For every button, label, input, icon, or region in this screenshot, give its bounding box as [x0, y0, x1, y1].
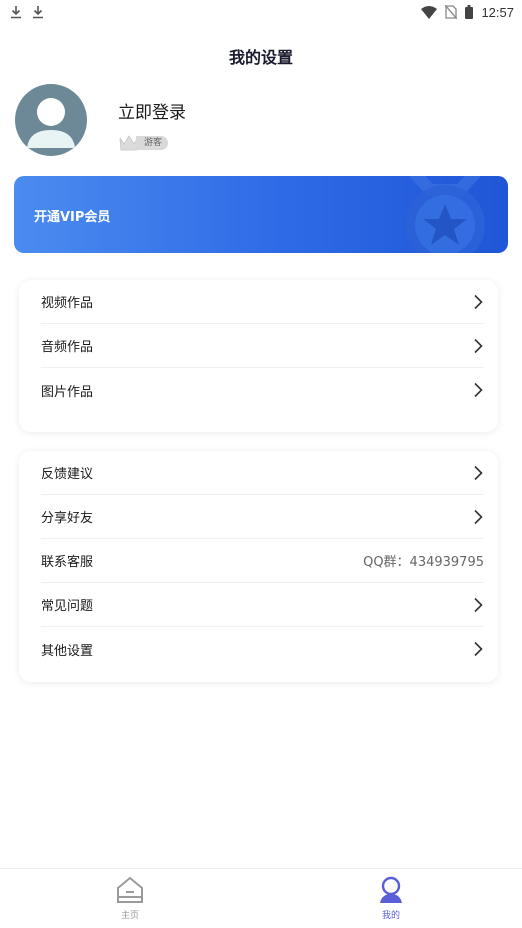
vip-label: 开通VIP会员: [34, 210, 111, 225]
menu-item-audio-works[interactable]: 音频作品: [41, 324, 484, 368]
wifi-icon: [421, 5, 438, 19]
menu-item-label: 反馈建议: [41, 467, 94, 482]
menu-item-other-settings[interactable]: 其他设置: [41, 627, 484, 671]
status-system: 12:57: [421, 5, 514, 20]
status-notifications: [10, 5, 44, 19]
home-icon: [117, 876, 143, 903]
default-avatar-icon: [27, 98, 75, 148]
chevron-right-icon: [474, 465, 483, 480]
menu-item-label: 音频作品: [41, 340, 94, 355]
menu-item-label: 联系客服: [41, 555, 94, 570]
menu-item-label: 视频作品: [41, 296, 94, 311]
download-icon: [33, 6, 43, 19]
chevron-right-icon: [474, 294, 483, 309]
status-time: 12:57: [481, 4, 514, 20]
menu-item-video-works[interactable]: 视频作品: [41, 280, 484, 324]
nav-item-mine[interactable]: 我的: [361, 875, 421, 921]
page-title: 我的设置: [228, 48, 293, 67]
guest-badge: 游客: [118, 134, 170, 152]
menu-item-faq[interactable]: 常见问题: [41, 583, 484, 627]
nav-label-mine: 我的: [381, 911, 400, 921]
chevron-right-icon: [474, 509, 483, 524]
chevron-right-icon: [474, 382, 483, 398]
login-button[interactable]: 立即登录: [118, 98, 186, 123]
status-bar: 12:57: [0, 0, 522, 24]
menu-item-label: 图片作品: [41, 384, 94, 400]
battery-icon: [465, 5, 474, 19]
nav-item-home[interactable]: 主页: [100, 875, 160, 921]
no-sim-icon: [445, 5, 458, 19]
bottom-nav: 主页 我的: [0, 868, 522, 928]
more-card: 反馈建议 分享好友 联系客服 QQ群：434939795 常见问题 其他设置: [19, 451, 498, 682]
menu-item-label: 分享好友: [41, 511, 94, 526]
menu-item-feedback[interactable]: 反馈建议: [41, 451, 484, 495]
guest-badge-label: 游客: [136, 136, 169, 150]
qq-group-value: QQ群：434939795: [363, 555, 484, 570]
menu-item-label: 常见问题: [41, 599, 94, 614]
download-icon: [11, 6, 21, 19]
works-card: 视频作品 音频作品 图片作品: [19, 280, 498, 432]
nav-label-home: 主页: [120, 911, 139, 921]
menu-item-label: 其他设置: [41, 643, 94, 659]
menu-item-share[interactable]: 分享好友: [41, 495, 484, 539]
menu-item-image-works[interactable]: 图片作品: [41, 368, 484, 412]
chevron-right-icon: [474, 597, 483, 612]
menu-item-contact-service[interactable]: 联系客服 QQ群：434939795: [41, 539, 484, 583]
medal-star-icon: [405, 176, 485, 253]
profile-icon: [380, 876, 402, 903]
vip-banner[interactable]: 开通VIP会员: [14, 176, 508, 253]
avatar[interactable]: [15, 84, 87, 156]
chevron-right-icon: [474, 338, 483, 353]
chevron-right-icon: [474, 641, 483, 657]
